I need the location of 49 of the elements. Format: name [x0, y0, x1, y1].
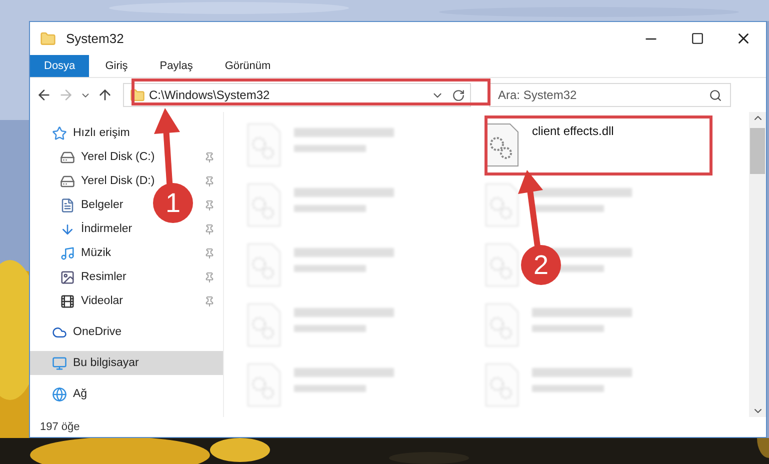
blurred-file-type — [532, 205, 604, 212]
sidebar-item[interactable]: Yerel Disk (D:) — [81, 175, 155, 187]
blurred-file-type — [294, 325, 366, 332]
sidebar-item[interactable]: Yerel Disk (C:) — [81, 151, 155, 163]
ribbon-tab[interactable]: Giriş — [89, 55, 144, 77]
document-icon — [60, 198, 75, 212]
file-name[interactable]: client effects.dll — [532, 124, 614, 138]
ribbon-tab[interactable]: Dosya — [30, 55, 90, 77]
sidebar-item[interactable]: Ağ — [73, 388, 88, 400]
blurred-file-type — [532, 325, 604, 332]
dll-file-icon — [484, 182, 520, 228]
cloud-icon — [52, 324, 67, 340]
ribbon-tab[interactable]: Paylaş — [144, 55, 209, 77]
refresh-icon[interactable] — [452, 88, 465, 102]
blurred-file-type — [294, 205, 366, 212]
window-title: System32 — [66, 31, 124, 46]
ribbon-tab[interactable]: Görünüm — [208, 55, 287, 77]
sidebar-item[interactable]: Müzik — [81, 247, 112, 259]
maximize-icon[interactable] — [690, 32, 704, 45]
sidebar-item[interactable]: Belgeler — [81, 199, 124, 211]
sidebar-item[interactable]: Bu bilgisayar — [73, 357, 139, 369]
drive-icon — [60, 174, 75, 188]
address-bar[interactable]: C:\Windows\System32 — [123, 83, 471, 107]
music-icon — [60, 246, 75, 260]
scrollbar-thumb[interactable] — [750, 128, 765, 174]
computer-icon — [52, 356, 67, 370]
sidebar-item[interactable]: Resimler — [81, 271, 126, 283]
item-count: 197 öğe — [40, 421, 80, 433]
blurred-file-type — [294, 145, 366, 152]
scrollbar[interactable] — [749, 112, 766, 417]
star-icon — [52, 126, 67, 140]
dll-file-icon — [484, 242, 520, 288]
sidebar-item[interactable]: OneDrive — [73, 326, 122, 338]
drive-icon — [60, 150, 75, 164]
selected-row-highlight[interactable]: Bu bilgisayar — [30, 351, 223, 375]
search-field[interactable]: Ara: System32 — [489, 83, 731, 107]
search-icon — [709, 88, 722, 102]
sidebar-item[interactable]: İndirmeler — [81, 223, 132, 235]
blurred-file-type — [532, 385, 604, 392]
image-icon — [60, 270, 75, 284]
blurred-file-type — [294, 265, 366, 272]
download-icon — [60, 222, 75, 236]
video-icon — [60, 294, 75, 308]
sidebar-item[interactable]: Hızlı erişim — [73, 127, 130, 139]
up-icon[interactable] — [97, 87, 113, 103]
blurred-file-type — [294, 385, 366, 392]
sidebar-item[interactable]: Videolar — [81, 295, 123, 307]
network-icon — [52, 386, 67, 402]
back-icon[interactable] — [36, 87, 52, 103]
